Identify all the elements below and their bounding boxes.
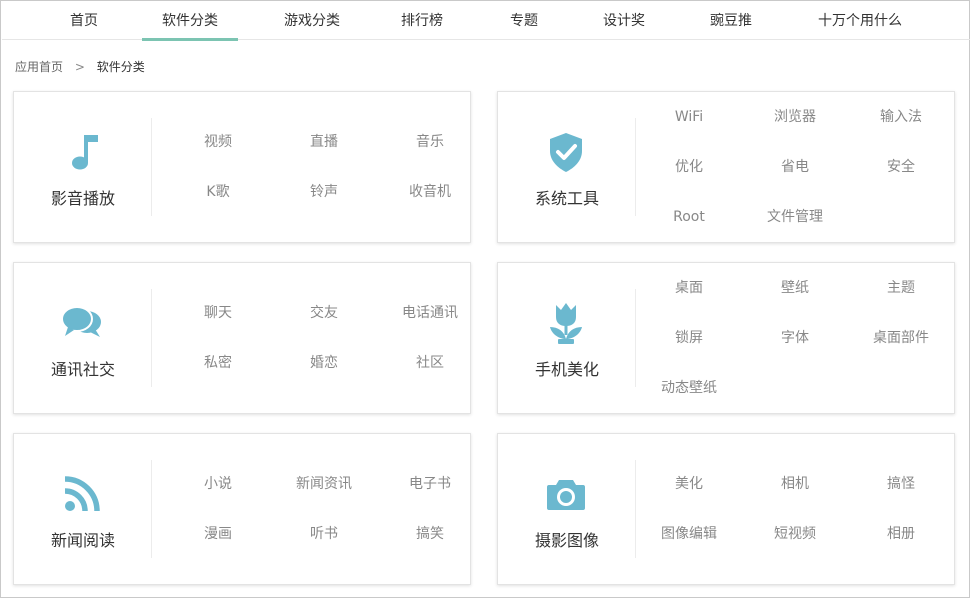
category-link[interactable]: 文件管理 [742,207,848,227]
nav-item-software-categories[interactable]: 软件分类 [142,2,238,40]
top-nav: 首页 软件分类 游戏分类 排行榜 专题 设计奖 豌豆推 十万个用什么 [2,2,970,41]
category-link[interactable]: 输入法 [848,107,954,127]
camera-icon [544,472,588,516]
category-links: 聊天 交友 电话通讯 私密 婚恋 社区 [152,263,470,413]
category-link[interactable]: 私密 [165,353,271,373]
category-card-news-reading: 新闻阅读 小说 新闻资讯 电子书 漫画 听书 搞笑 [13,433,471,585]
breadcrumb-current: 软件分类 [96,60,145,74]
category-link[interactable]: 相册 [848,524,954,544]
category-title: 新闻阅读 [50,531,115,550]
category-title: 系统工具 [534,189,599,208]
music-note-icon [60,130,104,174]
category-link[interactable]: 优化 [636,157,742,177]
shield-check-icon [544,130,588,174]
category-link[interactable]: 搞笑 [377,524,483,544]
category-link[interactable]: 电子书 [377,474,483,494]
category-link[interactable]: 主题 [848,278,954,298]
category-header[interactable]: 影音播放 [14,92,152,242]
category-link[interactable]: 音乐 [377,132,483,152]
category-title: 摄影图像 [534,531,599,550]
category-link[interactable]: 浏览器 [742,107,848,127]
category-link[interactable]: 小说 [165,474,271,494]
category-card-photography: 摄影图像 美化 相机 搞怪 图像编辑 短视频 相册 [497,433,955,585]
nav-item-how-to[interactable]: 十万个用什么 [800,2,920,40]
category-link[interactable]: 搞怪 [848,474,954,494]
breadcrumb-home-link[interactable]: 应用首页 [15,60,63,74]
category-link[interactable]: 锁屏 [636,328,742,348]
category-link[interactable]: 安全 [848,157,954,177]
tulip-icon [544,301,588,345]
category-link[interactable]: 桌面 [636,278,742,298]
category-header[interactable]: 手机美化 [498,263,636,413]
chat-bubbles-icon [60,301,104,345]
category-title: 通讯社交 [50,360,115,379]
category-link[interactable]: Root [636,207,742,227]
category-link[interactable]: 动态壁纸 [636,378,742,398]
category-link[interactable]: 美化 [636,474,742,494]
category-card-social: 通讯社交 聊天 交友 电话通讯 私密 婚恋 社区 [13,262,471,414]
category-link[interactable]: 省电 [742,157,848,177]
category-link[interactable]: 漫画 [165,524,271,544]
nav-item-topics[interactable]: 专题 [486,2,562,40]
category-card-beautify: 手机美化 桌面 壁纸 主题 锁屏 字体 桌面部件 动态壁纸 [497,262,955,414]
category-header[interactable]: 新闻阅读 [14,434,152,584]
category-link[interactable]: 字体 [742,328,848,348]
nav-item-design-award[interactable]: 设计奖 [584,2,664,40]
category-links: 桌面 壁纸 主题 锁屏 字体 桌面部件 动态壁纸 [636,263,954,413]
category-link[interactable]: 短视频 [742,524,848,544]
category-card-system-tools: 系统工具 WiFi 浏览器 输入法 优化 省电 安全 Root 文件管理 [497,91,955,243]
category-links: 美化 相机 搞怪 图像编辑 短视频 相册 [636,434,954,584]
breadcrumb: 应用首页 > 软件分类 [15,58,145,76]
breadcrumb-separator: > [74,60,85,74]
category-link[interactable]: 收音机 [377,182,483,202]
category-link[interactable]: 桌面部件 [848,328,954,348]
category-title: 影音播放 [50,189,115,208]
nav-item-game-categories[interactable]: 游戏分类 [264,2,360,40]
category-link[interactable]: 壁纸 [742,278,848,298]
category-title: 手机美化 [534,360,599,379]
category-links: WiFi 浏览器 输入法 优化 省电 安全 Root 文件管理 [636,92,954,242]
nav-item-home[interactable]: 首页 [42,2,126,40]
nav-item-wandoujia-picks[interactable]: 豌豆推 [690,2,772,40]
page-frame: 首页 软件分类 游戏分类 排行榜 专题 设计奖 豌豆推 十万个用什么 应用首页 … [0,0,970,598]
category-link[interactable]: 直播 [271,132,377,152]
category-header[interactable]: 摄影图像 [498,434,636,584]
category-link[interactable]: 社区 [377,353,483,373]
category-link[interactable]: 电话通讯 [377,303,483,323]
category-link[interactable]: 交友 [271,303,377,323]
category-link[interactable]: 铃声 [271,182,377,202]
category-link[interactable]: 相机 [742,474,848,494]
active-tab-indicator [142,38,238,41]
category-link[interactable]: WiFi [636,107,742,127]
category-card-media: 影音播放 视频 直播 音乐 K歌 铃声 收音机 [13,91,471,243]
category-link[interactable]: K歌 [165,182,271,202]
category-links: 视频 直播 音乐 K歌 铃声 收音机 [152,92,470,242]
category-header[interactable]: 系统工具 [498,92,636,242]
category-link[interactable]: 聊天 [165,303,271,323]
nav-item-rankings[interactable]: 排行榜 [380,2,464,40]
category-header[interactable]: 通讯社交 [14,263,152,413]
category-link[interactable]: 视频 [165,132,271,152]
category-link[interactable]: 听书 [271,524,377,544]
category-link[interactable]: 图像编辑 [636,524,742,544]
category-link[interactable]: 新闻资讯 [271,474,377,494]
category-link[interactable]: 婚恋 [271,353,377,373]
rss-icon [60,472,104,516]
category-links: 小说 新闻资讯 电子书 漫画 听书 搞笑 [152,434,470,584]
